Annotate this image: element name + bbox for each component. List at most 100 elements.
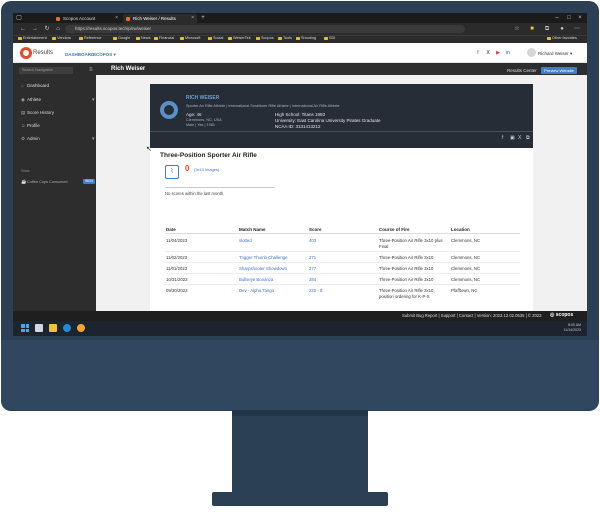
- results-logo-icon[interactable]: [20, 47, 32, 59]
- sidebar-item-admin[interactable]: ⚙ Admin: [21, 136, 40, 142]
- favorite-item[interactable]: Shooting: [296, 35, 316, 42]
- favorite-item[interactable]: Scopos: [256, 35, 274, 42]
- favorite-star-icon[interactable]: ☆: [513, 25, 521, 33]
- row-score-link[interactable]: 284: [309, 277, 316, 282]
- row-course: Three-Position Air Rifle 3x10: [379, 266, 434, 271]
- close-icon[interactable]: ×: [191, 14, 194, 23]
- column-header-location[interactable]: Location: [451, 227, 470, 232]
- address-bar[interactable]: https://results.scopos.tech/p/rw/weiser: [65, 25, 465, 33]
- sidebar-item-dashboard[interactable]: ⌂ Dashboard: [21, 83, 49, 88]
- favorite-item[interactable]: Google: [113, 35, 130, 42]
- counter-label: Coffee Cups Consumed: [27, 180, 68, 184]
- more-icon[interactable]: ⋯: [573, 25, 581, 33]
- results-center-link[interactable]: Results Center: [507, 68, 537, 73]
- forward-icon[interactable]: →: [31, 25, 39, 33]
- row-score-link[interactable]: 271: [309, 255, 316, 260]
- minimize-icon[interactable]: –: [553, 14, 561, 22]
- edge-browser-icon[interactable]: [63, 324, 71, 332]
- x-icon[interactable]: X: [485, 50, 491, 56]
- footer-links[interactable]: Submit Bug Report | Support | Contact | …: [402, 313, 541, 318]
- chevron-down-icon[interactable]: ▾: [92, 136, 95, 142]
- row-match-link[interactable]: Dev - Alpha Tango: [239, 288, 274, 293]
- column-header-score[interactable]: Score: [309, 227, 322, 232]
- column-header-date[interactable]: Date: [166, 227, 176, 232]
- favorite-item[interactable]: Microsoft: [180, 35, 200, 42]
- stat-subtitle[interactable]: (3x10 images): [194, 167, 219, 172]
- x-icon[interactable]: X: [518, 135, 521, 141]
- sidebar-item-score-history[interactable]: ▤ Score History: [21, 110, 54, 116]
- app-icon[interactable]: [77, 324, 85, 332]
- collections-icon[interactable]: ⧉: [543, 25, 551, 33]
- favorite-item[interactable]: News: [136, 35, 151, 42]
- monitor-chin: [1, 340, 599, 410]
- task-view-icon[interactable]: [35, 324, 43, 332]
- row-match-link[interactable]: slotted: [239, 238, 252, 243]
- favorite-item[interactable]: Tools: [278, 35, 292, 42]
- extension-icon[interactable]: ■: [528, 25, 536, 33]
- row-course: Three-Position Air Rifle 3x10: [379, 277, 434, 282]
- other-favorites[interactable]: Other favorites: [547, 35, 577, 42]
- linkedin-icon[interactable]: in: [505, 50, 511, 56]
- refresh-icon[interactable]: ↻: [43, 25, 51, 33]
- sidebar-search-input[interactable]: Search Navigation: [19, 67, 73, 74]
- row-score-link[interactable]: 277: [309, 266, 316, 271]
- favorite-item[interactable]: Vendors: [52, 35, 71, 42]
- user-name[interactable]: Richard Weiser ▾: [538, 51, 572, 57]
- tab-label: Scopos Account: [63, 16, 96, 21]
- athlete-disciplines: Sporter Air Rifle Athlete | Internationa…: [186, 104, 340, 108]
- windows-start-icon[interactable]: [21, 324, 29, 332]
- tab-rich-weiser-results[interactable]: Rich Weiser / Results ×: [123, 14, 197, 23]
- no-scores-message: No scores within the last month.: [165, 191, 225, 196]
- row-location: Clemmons, NC: [451, 266, 481, 271]
- favorite-item[interactable]: Financial: [154, 35, 174, 42]
- facebook-icon[interactable]: f: [475, 50, 481, 56]
- new-tab-icon[interactable]: +: [199, 14, 207, 22]
- favorite-item[interactable]: Social: [208, 35, 223, 42]
- trend-chart-icon: ⌇: [165, 165, 179, 179]
- favorite-item[interactable]: Entertainment: [18, 35, 47, 42]
- windows-taskbar: [13, 321, 587, 336]
- nav-scopos[interactable]: SCOPOS ▾: [93, 52, 116, 58]
- favorite-item[interactable]: WeiserTek: [228, 35, 251, 42]
- tab-favicon-icon: [56, 16, 60, 21]
- favorite-item[interactable]: Reference: [79, 35, 102, 42]
- browser-menu-icon[interactable]: ▢: [15, 14, 23, 22]
- scopos-brand: ◎ scopos: [550, 312, 574, 318]
- row-score-link[interactable]: 220 - 8: [309, 288, 322, 293]
- hamburger-menu-icon[interactable]: ≡: [89, 67, 93, 73]
- tab-scopos-account[interactable]: Scopos Account ×: [53, 14, 121, 23]
- system-clock[interactable]: 8:00 AM 11/14/2023: [553, 323, 581, 332]
- column-header-course-of-fire[interactable]: Course of Fire: [379, 227, 410, 232]
- link-icon[interactable]: ⧉: [526, 135, 530, 141]
- column-header-match-name[interactable]: Match Name: [239, 227, 266, 232]
- chevron-down-icon[interactable]: ▾: [92, 97, 95, 103]
- row-divider: [165, 251, 520, 252]
- maximize-icon[interactable]: □: [565, 14, 573, 22]
- row-match-link[interactable]: Trigger Thumb Challenge: [239, 255, 288, 260]
- row-score-link[interactable]: 403: [309, 238, 316, 243]
- linkedin-icon[interactable]: ▣: [510, 135, 515, 141]
- athlete-age: Age: 46: [186, 112, 202, 117]
- favorite-item[interactable]: SDI: [324, 35, 335, 42]
- sidebar-item-athlete[interactable]: ◉ Athlete: [21, 97, 41, 103]
- close-icon[interactable]: ×: [115, 14, 118, 23]
- facebook-icon[interactable]: f: [502, 135, 503, 141]
- row-match-link[interactable]: Bullseye Bonanza: [239, 277, 273, 282]
- row-location: Pfafftown, NC: [451, 288, 478, 293]
- youtube-icon[interactable]: ▶: [495, 50, 501, 56]
- sidebar-item-profile[interactable]: ☺Profile: [21, 123, 40, 128]
- back-icon[interactable]: ←: [19, 25, 27, 33]
- preview-website-button[interactable]: Preview Website: [541, 67, 577, 74]
- profile-banner: [150, 84, 533, 148]
- close-window-icon[interactable]: ×: [576, 14, 584, 22]
- athlete-logo-icon: [160, 101, 178, 119]
- athlete-school: High School: Titans 1993: [275, 112, 326, 117]
- nav-scopos-label: SCOPOS: [93, 52, 113, 57]
- nav-dashboard[interactable]: DASHBOARD: [65, 52, 94, 57]
- home-icon[interactable]: ⌂: [54, 25, 62, 33]
- avatar[interactable]: [527, 48, 536, 57]
- row-match-link[interactable]: Sharpshooter Showdown: [239, 266, 287, 271]
- section-title: Three-Position Sporter Air Rifle: [160, 152, 257, 159]
- file-explorer-icon[interactable]: [49, 324, 57, 332]
- profile-icon[interactable]: ●: [558, 25, 566, 33]
